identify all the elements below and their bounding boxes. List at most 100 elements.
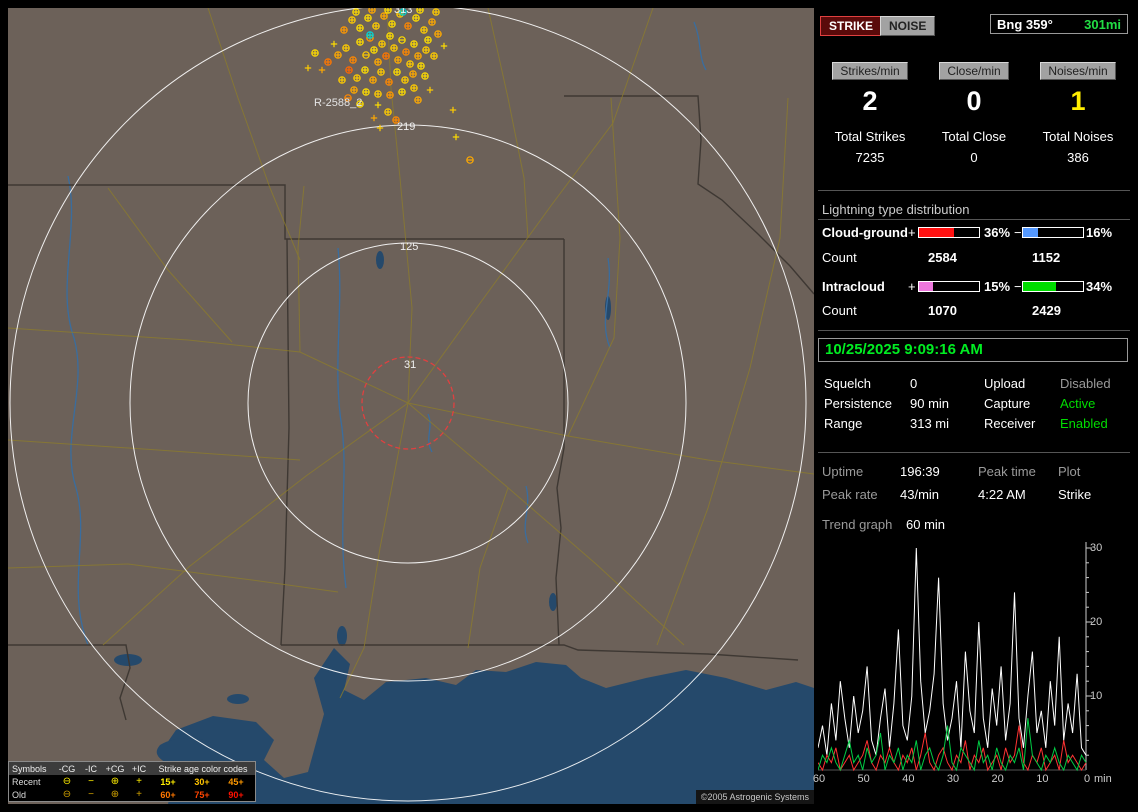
x-axis-unit: min bbox=[1094, 773, 1112, 785]
trend-graph-range: 60 min bbox=[906, 517, 946, 532]
range-ring-label-31: 31 bbox=[404, 359, 417, 371]
cg-pos-icon: ⊕ bbox=[110, 775, 120, 787]
legend-recent-row: Recent ⊖ − ⊕ + 15+ 30+ 45+ bbox=[9, 775, 255, 788]
strikes-per-min-value: 2 bbox=[862, 86, 878, 116]
legend-col-cg-neg: -CG bbox=[58, 763, 76, 774]
cg-pos-bar bbox=[918, 227, 980, 238]
age-60: 60+ bbox=[160, 789, 176, 800]
legend-col-ic-pos: +IC bbox=[131, 763, 147, 774]
plot-value: Strike bbox=[1058, 487, 1092, 502]
x-axis-label: 40 bbox=[902, 773, 915, 785]
stats-row-1: Uptime 196:39 Peak time Plot bbox=[818, 464, 1130, 479]
uptime-label: Uptime bbox=[822, 464, 864, 479]
ic-pos-bar bbox=[918, 281, 980, 292]
total-noises-value: 386 bbox=[1067, 150, 1089, 165]
status-panel: STRIKE NOISE Bng 359° 301mi Strikes/min … bbox=[813, 8, 1130, 804]
receiver-status: Enabled bbox=[1060, 416, 1108, 431]
squelch-label: Squelch bbox=[824, 376, 871, 391]
ic-pos-count: 1070 bbox=[928, 303, 957, 318]
range-ring-label-313: 313 bbox=[394, 8, 413, 16]
upload-status: Disabled bbox=[1060, 376, 1111, 391]
peak-time-label: Peak time bbox=[978, 464, 1036, 479]
uptime-value: 196:39 bbox=[900, 464, 940, 479]
legend-old-label: Old bbox=[12, 789, 27, 800]
rate-values-row: 2 0 1 bbox=[818, 86, 1130, 116]
x-axis-label: 20 bbox=[991, 773, 1004, 785]
cg-neg-pct: 16% bbox=[1086, 225, 1113, 240]
peak-time-value: 4:22 AM bbox=[978, 487, 1026, 502]
y-axis-label: 10 bbox=[1090, 690, 1103, 702]
minus-sign: − bbox=[1014, 279, 1022, 294]
cg-neg-old-icon: ⊖ bbox=[62, 788, 72, 800]
range-ring-label-125: 125 bbox=[400, 241, 419, 253]
age-90: 90+ bbox=[228, 789, 244, 800]
trend-chart: 10 20 30 60 50 40 30 20 10 0 min bbox=[813, 540, 1130, 800]
map-view[interactable]: 313 219 125 31 R-2588_2 Symbols -CG -IC … bbox=[8, 8, 814, 804]
trend-graph-row: Trend graph 60 min bbox=[818, 517, 1130, 532]
total-labels-row: Total Strikes Total Close Total Noises bbox=[818, 129, 1130, 144]
noises-per-min-value: 1 bbox=[1070, 86, 1086, 116]
persistence-label: Persistence bbox=[824, 396, 892, 411]
strikes-per-min-label: Strikes/min bbox=[832, 62, 908, 80]
intracloud-count-row: Count 1070 2429 bbox=[818, 303, 1130, 318]
bearing-value: Bng 359° bbox=[997, 16, 1053, 32]
stats-row-2: Peak rate 43/min 4:22 AM Strike bbox=[818, 487, 1130, 502]
legend-old-row: Old ⊖ − ⊕ + 60+ 75+ 90+ bbox=[9, 788, 255, 801]
legend-header-row: Symbols -CG -IC +CG +IC Strike age color… bbox=[9, 762, 255, 775]
ic-neg-old-icon: − bbox=[88, 788, 94, 800]
total-values-row: 7235 0 386 bbox=[818, 150, 1130, 165]
noise-indicator-button[interactable]: NOISE bbox=[880, 16, 936, 36]
cg-pos-pct: 36% bbox=[984, 225, 1011, 240]
peak-rate-value: 43/min bbox=[900, 487, 940, 502]
map-legend: Symbols -CG -IC +CG +IC Strike age color… bbox=[8, 761, 256, 802]
ic-pos-icon: + bbox=[136, 775, 142, 787]
status-row-range: Range 313 mi Receiver Enabled bbox=[818, 416, 1130, 431]
close-per-min-label: Close/min bbox=[939, 62, 1009, 80]
plus-sign: + bbox=[908, 279, 916, 294]
close-per-min-value: 0 bbox=[966, 86, 982, 116]
status-row-squelch: Squelch 0 Upload Disabled bbox=[818, 376, 1130, 391]
total-strikes-label: Total Strikes bbox=[834, 129, 906, 144]
total-noises-label: Total Noises bbox=[1042, 129, 1114, 144]
cloud-ground-count-row: Count 2584 1152 bbox=[818, 250, 1130, 265]
y-axis-label: 20 bbox=[1090, 616, 1103, 628]
x-axis-label: 30 bbox=[946, 773, 960, 785]
cloud-ground-row: Cloud-ground + 36% − 16% bbox=[818, 225, 1130, 240]
section-divider bbox=[818, 190, 1130, 191]
trend-graph-label: Trend graph bbox=[822, 517, 893, 532]
ic-pos-old-icon: + bbox=[136, 788, 142, 800]
count-label: Count bbox=[822, 250, 857, 265]
upload-label: Upload bbox=[984, 376, 1026, 391]
legend-age-title: Strike age color codes bbox=[158, 763, 248, 774]
strike-indicator-button[interactable]: STRIKE bbox=[820, 16, 883, 36]
capture-label: Capture bbox=[984, 396, 1031, 411]
plus-sign: + bbox=[908, 225, 916, 240]
x-axis-label: 10 bbox=[1036, 773, 1049, 785]
ic-neg-count: 2429 bbox=[1032, 303, 1061, 318]
bearing-readout: Bng 359° 301mi bbox=[990, 14, 1128, 34]
receiver-label: Receiver bbox=[984, 416, 1036, 431]
intracloud-row: Intracloud + 15% − 34% bbox=[818, 279, 1130, 294]
station-label: R-2588_2 bbox=[314, 97, 363, 109]
total-close-label: Total Close bbox=[941, 129, 1007, 144]
bearing-range-value: 301mi bbox=[1084, 16, 1121, 32]
total-strikes-value: 7235 bbox=[855, 150, 885, 165]
cg-neg-icon: ⊖ bbox=[62, 775, 72, 787]
range-ring-label-219: 219 bbox=[397, 121, 416, 133]
trend-chart-canvas bbox=[818, 542, 1092, 772]
cg-neg-bar bbox=[1022, 227, 1084, 238]
cg-pos-count: 2584 bbox=[928, 250, 957, 265]
persistence-value: 90 min bbox=[910, 396, 950, 411]
distribution-title: Lightning type distribution bbox=[822, 202, 970, 217]
x-axis-label: 60 bbox=[812, 773, 826, 785]
ic-neg-icon: − bbox=[88, 775, 94, 787]
intracloud-label: Intracloud bbox=[822, 279, 885, 294]
ic-neg-bar bbox=[1022, 281, 1084, 292]
noises-per-min-label: Noises/min bbox=[1040, 62, 1116, 80]
cloud-ground-label: Cloud-ground bbox=[822, 225, 908, 240]
age-30: 30+ bbox=[194, 776, 210, 787]
squelch-value: 0 bbox=[910, 376, 918, 391]
ic-pos-pct: 15% bbox=[984, 279, 1011, 294]
age-75: 75+ bbox=[194, 789, 210, 800]
capture-status: Active bbox=[1060, 396, 1096, 411]
